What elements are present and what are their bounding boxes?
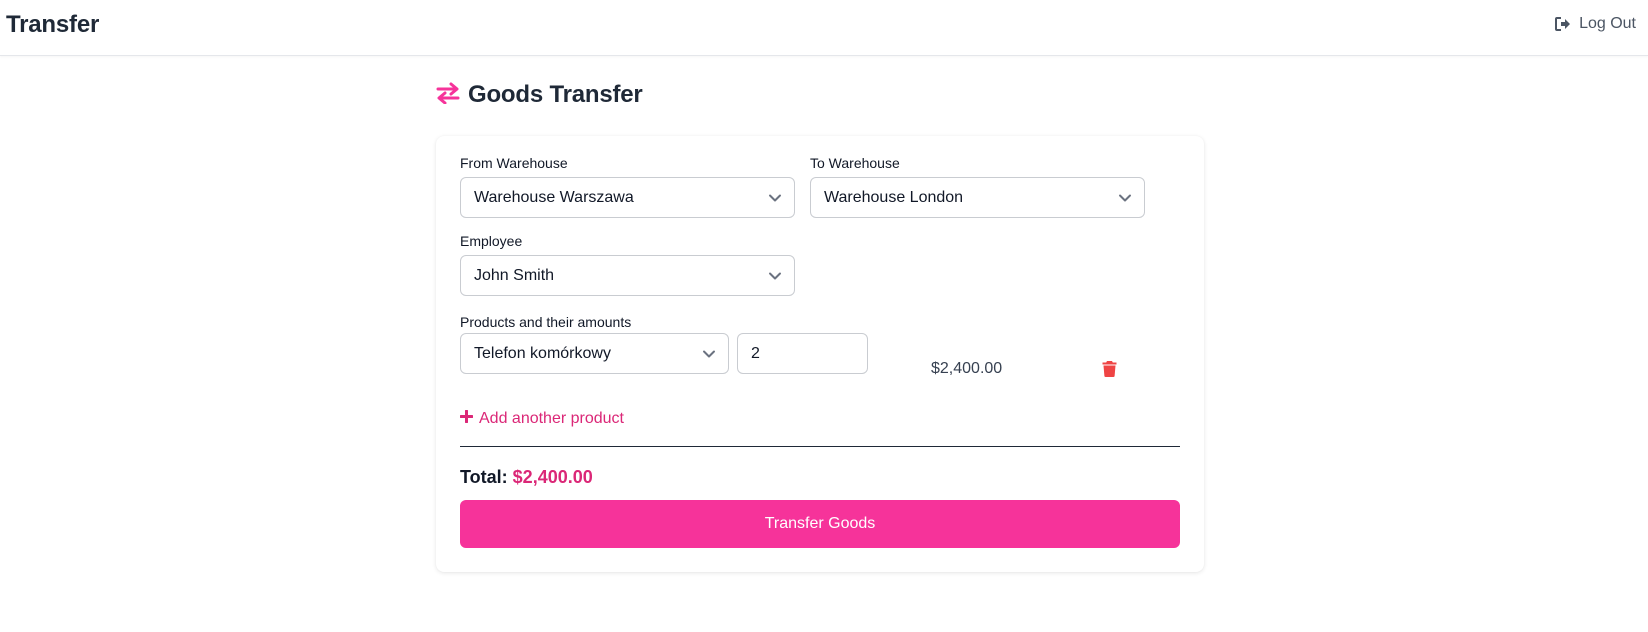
from-warehouse-value: Warehouse Warszawa: [474, 188, 634, 206]
page-heading: Goods Transfer: [436, 81, 643, 109]
chevron-down-icon: [768, 269, 782, 288]
sign-out-icon: [1555, 17, 1571, 31]
chevron-down-icon: [1118, 191, 1132, 210]
employee-value: John Smith: [474, 266, 555, 284]
logout-button[interactable]: Log Out: [1555, 15, 1636, 33]
total-label: Total:: [460, 467, 508, 487]
transfer-form-card: From Warehouse Warehouse Warszawa To War…: [436, 136, 1204, 572]
from-warehouse-label: From Warehouse: [460, 155, 568, 171]
plus-icon: [459, 409, 474, 428]
line-total: $2,400.00: [931, 360, 1003, 377]
quantity-input[interactable]: 2: [737, 333, 868, 374]
transfer-goods-button[interactable]: Transfer Goods: [460, 500, 1180, 548]
divider: [460, 446, 1180, 447]
product-select[interactable]: Telefon komórkowy: [460, 333, 729, 374]
total-value: $2,400.00: [512, 467, 593, 487]
employee-label: Employee: [460, 233, 523, 249]
trash-icon[interactable]: [1102, 360, 1117, 382]
chevron-down-icon: [702, 347, 716, 366]
employee-select[interactable]: John Smith: [460, 255, 795, 296]
chevron-down-icon: [768, 191, 782, 210]
top-navbar: Transfer Log Out: [0, 0, 1648, 56]
products-label: Products and their amounts: [460, 314, 632, 330]
to-warehouse-select[interactable]: Warehouse London: [810, 177, 1145, 218]
add-product-button[interactable]: Add another product: [459, 409, 624, 428]
app-title: Transfer: [6, 11, 100, 38]
page-title: Goods Transfer: [468, 81, 643, 108]
total-line: Total: $2,400.00: [460, 467, 593, 488]
product-value: Telefon komórkowy: [474, 344, 611, 362]
to-warehouse-label: To Warehouse: [810, 155, 900, 171]
from-warehouse-select[interactable]: Warehouse Warszawa: [460, 177, 795, 218]
add-product-label: Add another product: [479, 410, 624, 427]
quantity-value: 2: [751, 344, 760, 362]
to-warehouse-value: Warehouse London: [824, 188, 964, 206]
exchange-arrows-icon: [436, 82, 460, 109]
logout-label: Log Out: [1579, 15, 1636, 32]
